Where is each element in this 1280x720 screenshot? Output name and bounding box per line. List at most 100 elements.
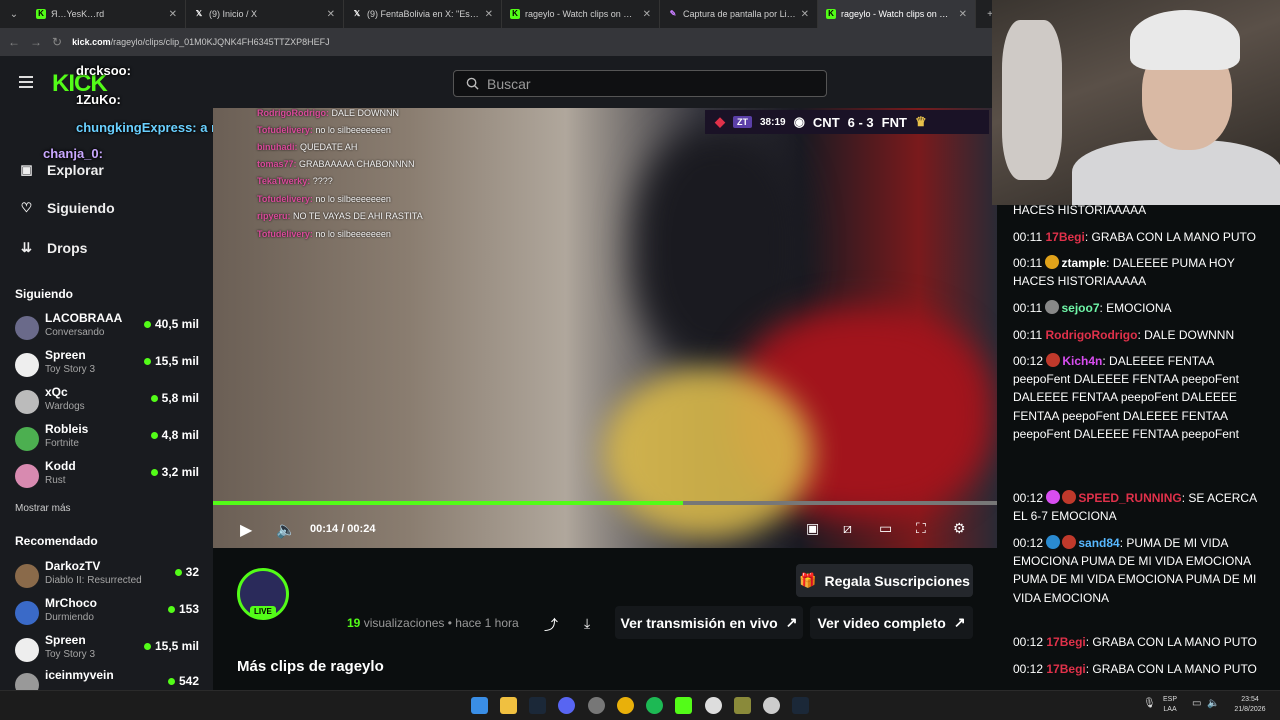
- external-link-icon: ↗: [785, 614, 798, 630]
- ccleaner-icon[interactable]: [705, 697, 722, 714]
- recommended-channel[interactable]: Spreen Toy Story 3 15,5 mil: [15, 633, 205, 667]
- app-icon[interactable]: [734, 697, 751, 714]
- back-icon[interactable]: ←: [8, 35, 20, 49]
- nav-following[interactable]: ♡ Siguiendo: [20, 200, 115, 216]
- chat-message: 00:11 ztample: DALEEEE PUMA HOY HACES HI…: [1013, 255, 1235, 289]
- avatar: [15, 390, 39, 414]
- browser-tab[interactable]: ✎Captura de pantalla por Lightsh…✕: [660, 0, 818, 28]
- app-icon[interactable]: [588, 697, 605, 714]
- team-logo-icon: ◉: [793, 114, 805, 129]
- start-icon[interactable]: [471, 697, 488, 714]
- following-channel[interactable]: Kodd Rust 3,2 mil: [15, 459, 205, 493]
- forward-icon[interactable]: →: [30, 35, 42, 49]
- share-icon[interactable]: ⤴: [544, 615, 558, 635]
- steam-icon[interactable]: [792, 697, 809, 714]
- clip-info: LIVE 🎁 Regala Suscripciones 19 visualizac…: [213, 548, 997, 690]
- close-tab-icon[interactable]: ✕: [327, 9, 335, 20]
- clip-icon[interactable]: ⧄: [843, 520, 852, 537]
- spotify-icon[interactable]: [646, 697, 663, 714]
- fullscreen-icon[interactable]: ⛶: [916, 520, 926, 537]
- browser-tab[interactable]: 𝕏 (9) Inicio / X ✕: [186, 0, 344, 28]
- heart-icon: ♡: [20, 200, 33, 215]
- watch-live-button[interactable]: Ver transmisión en vivo ↗: [615, 606, 803, 639]
- file-explorer-icon[interactable]: [500, 697, 517, 714]
- theater-icon[interactable]: ▣: [806, 520, 819, 537]
- browser-tab[interactable]: Krageylo - Watch clips on Kick ✕: [502, 0, 660, 28]
- tab-search-icon[interactable]: ⌄: [0, 0, 28, 28]
- volume-icon[interactable]: 🔈: [276, 520, 296, 540]
- chat-message: 00:11 sejoo7: EMOCIONA: [1013, 300, 1172, 315]
- following-channel[interactable]: Robleis Fortnite 4,8 mil: [15, 422, 205, 456]
- x-icon: 𝕏: [353, 9, 361, 18]
- compass-icon: ▣: [20, 162, 33, 177]
- video-chat-line: tomas77: GRABAAAAA CHABONNNN: [257, 159, 415, 169]
- avatar: [15, 564, 39, 588]
- top-nav: Buscar: [213, 56, 993, 108]
- video-time: 00:14 / 00:24: [310, 523, 376, 535]
- recommended-channel[interactable]: MrChoco Durmiendo 153: [15, 596, 205, 630]
- drops-icon: ⇊: [21, 240, 32, 255]
- clock[interactable]: 23:54 21/8/2026: [1228, 695, 1272, 715]
- overlay-chat-user: 1ZuKo:: [76, 92, 121, 107]
- chat-message: 00:12 Kich4n: DALEEEE FENTAA peepoFent D…: [1013, 353, 1239, 441]
- subscriber-badge-icon: [1046, 490, 1061, 504]
- video-player[interactable]: RodrigoRodrigo: DALE DOWNNN Tofudelivery…: [213, 108, 997, 548]
- x-icon: 𝕏: [195, 9, 203, 18]
- reload-icon[interactable]: ↻: [52, 35, 62, 49]
- volume-tray-icon[interactable]: 🔈: [1207, 699, 1219, 709]
- following-channel[interactable]: LACOBRAAA Conversando 40,5 mil: [15, 311, 205, 345]
- close-tab-icon[interactable]: ✕: [801, 9, 809, 20]
- emote-badge-icon: [1045, 255, 1060, 269]
- gift-subscriptions-button[interactable]: 🎁 Regala Suscripciones: [796, 564, 973, 597]
- browser-tab[interactable]: 𝕏(9) FentaBolivia en X: "Este tipo…✕: [344, 0, 502, 28]
- hamburger-menu-icon[interactable]: [19, 76, 33, 88]
- external-link-icon: ↗: [953, 614, 966, 630]
- ccleaner-icon[interactable]: [763, 697, 780, 714]
- chrome-icon[interactable]: [617, 697, 634, 714]
- video-chat-line: Tofudelivery: no lo silbeeeeeeen: [257, 194, 391, 204]
- miniplayer-icon[interactable]: ▭: [879, 520, 892, 537]
- following-channel[interactable]: xQc Wardogs 5,8 mil: [15, 385, 205, 419]
- settings-icon[interactable]: ⚙: [953, 520, 966, 537]
- network-icon[interactable]: ▭: [1192, 699, 1201, 709]
- gift-icon: 🎁: [799, 572, 817, 588]
- browser-tab-active[interactable]: Krageylo - Watch clips on Kick ✕: [818, 0, 976, 28]
- avatar: [15, 638, 39, 662]
- close-tab-icon[interactable]: ✕: [485, 9, 493, 20]
- watch-full-video-button[interactable]: Ver video completo ↗: [810, 606, 973, 639]
- following-channel[interactable]: Spreen Toy Story 3 15,5 mil: [15, 348, 205, 382]
- recommended-channel[interactable]: DarkozTV Diablo II: Resurrected 32: [15, 559, 205, 593]
- nav-drops[interactable]: ⇊ Drops: [20, 240, 87, 256]
- chat-message: 00:11 17Begi: GRABA CON LA MANO PUTO: [1013, 230, 1256, 244]
- url-field[interactable]: kick.com/rageylo/clips/clip_01M0KJQNK4FH…: [72, 37, 330, 47]
- avatar: [15, 353, 39, 377]
- user-badge-icon: [1062, 535, 1077, 549]
- video-chat-line: ripyeru: NO TE VAYAS DE AHI RASTITA: [257, 211, 423, 221]
- play-icon[interactable]: ▶: [240, 520, 252, 540]
- browser-tab[interactable]: K Я…YesK…rd ✕: [28, 0, 186, 28]
- discord-icon[interactable]: [558, 697, 575, 714]
- chat-message: 00:11 RodrigoRodrigo: DALE DOWNNN: [1013, 328, 1235, 342]
- recommended-channel[interactable]: iceinmyvein 542: [15, 668, 205, 690]
- show-more-link[interactable]: Mostrar más: [15, 503, 71, 514]
- user-badge-icon: [1046, 353, 1061, 367]
- progress-bar[interactable]: [213, 501, 997, 505]
- download-icon[interactable]: ⤓: [584, 615, 590, 632]
- nav-explore[interactable]: ▣ Explorar: [20, 162, 103, 178]
- recommended-title: Recomendado: [15, 534, 98, 548]
- kick-icon: K: [826, 9, 836, 19]
- kick-icon: K: [510, 9, 520, 19]
- mic-icon[interactable]: 🎙: [1143, 699, 1156, 709]
- search-input[interactable]: Buscar: [453, 70, 827, 97]
- video-chat-line: TekaTwerky: ????: [257, 176, 333, 186]
- webcam-overlay: [992, 0, 1280, 205]
- close-tab-icon[interactable]: ✕: [959, 9, 967, 20]
- chat-message: 00:12 17Begi: GRABA CON LA MANO PUTO: [1013, 635, 1257, 649]
- language-indicator[interactable]: ESP LAA: [1163, 695, 1177, 715]
- close-tab-icon[interactable]: ✕: [643, 9, 651, 20]
- avatar: [15, 601, 39, 625]
- close-tab-icon[interactable]: ✕: [169, 9, 177, 20]
- avatar: [15, 673, 39, 690]
- steam-icon[interactable]: [529, 697, 546, 714]
- kick-app-icon[interactable]: [675, 697, 692, 714]
